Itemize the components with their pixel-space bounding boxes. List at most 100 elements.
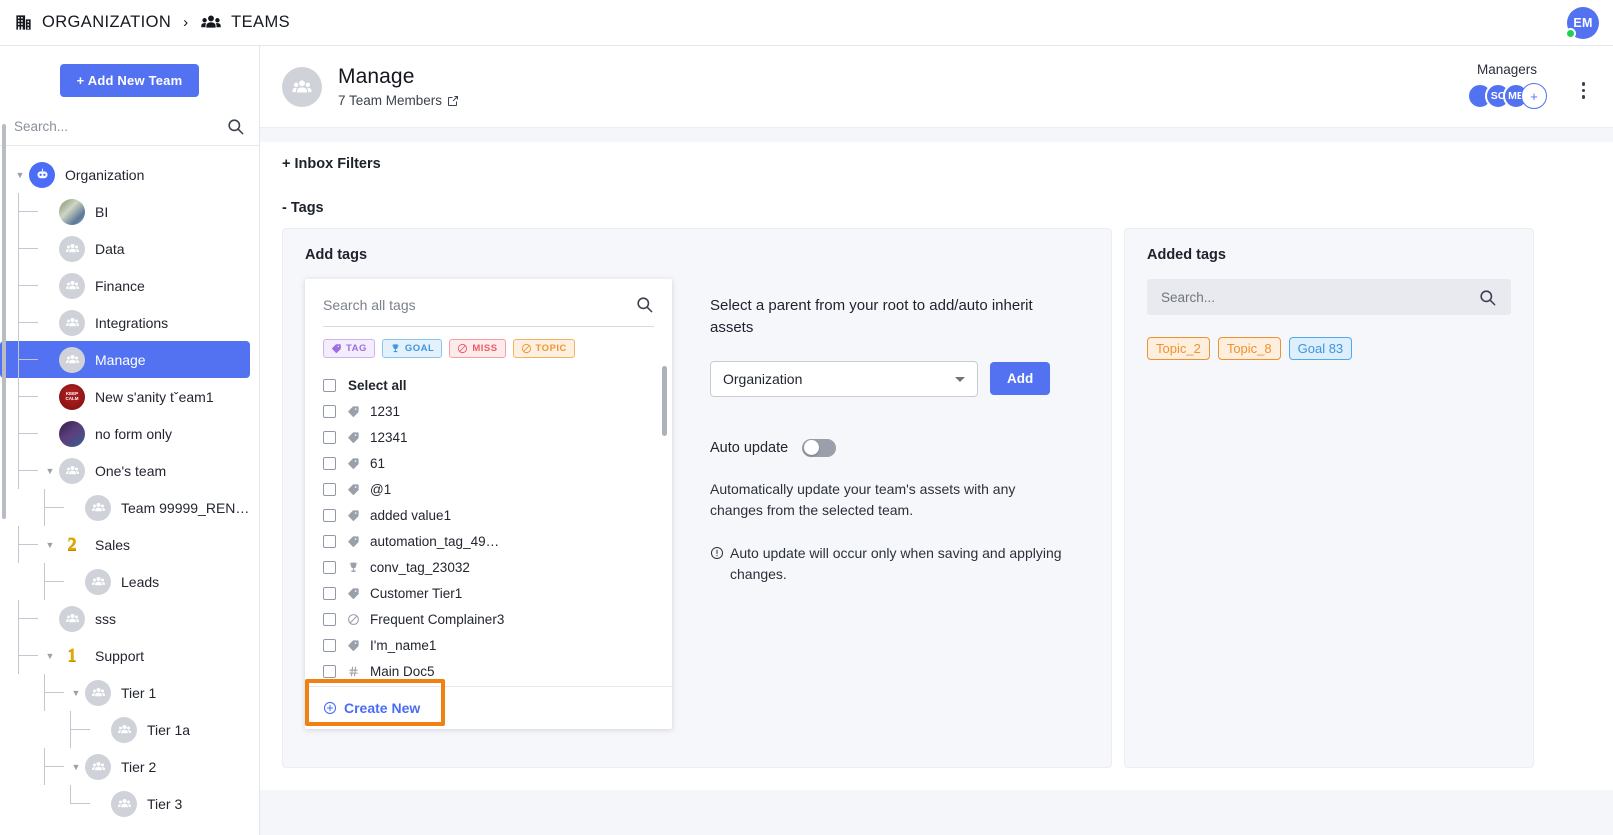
sidebar-item-data[interactable]: ▼Data xyxy=(0,230,250,267)
tag-search-input[interactable] xyxy=(323,296,635,313)
tree-connector xyxy=(70,785,71,804)
team-avatar xyxy=(85,568,111,595)
team-members-link[interactable]: 7 Team Members xyxy=(338,93,459,108)
external-link-icon[interactable] xyxy=(447,95,459,107)
tree-connector xyxy=(18,544,38,545)
sidebar-item-sales[interactable]: ▼ 2 Sales xyxy=(0,526,250,563)
breadcrumb-organization[interactable]: ORGANIZATION xyxy=(42,13,171,32)
tag-checkbox[interactable] xyxy=(323,586,336,600)
search-icon[interactable] xyxy=(1478,288,1497,307)
tag-list-item[interactable]: @1 xyxy=(305,476,672,502)
added-tag-chip[interactable]: Topic_8 xyxy=(1217,337,1281,360)
tag-search[interactable] xyxy=(323,279,654,327)
sidebar-item-support[interactable]: ▼ 1 Support xyxy=(0,637,250,674)
info-circle-icon xyxy=(710,543,724,585)
select-all-row[interactable]: Select all xyxy=(305,372,672,398)
auto-update-description: Automatically update your team's assets … xyxy=(710,480,1016,518)
sidebar-item-organization[interactable]: ▼ Organization xyxy=(0,156,250,193)
sidebar-scrollbar[interactable] xyxy=(2,124,6,519)
sidebar-item-bi[interactable]: ▼BI xyxy=(0,193,250,230)
tag-type-filter-tag[interactable]: TAG xyxy=(323,339,375,358)
sidebar-item-manage[interactable]: ▼Manage xyxy=(0,341,250,378)
tag-list: Select all 1231 12341 61 @1 added value1 auto… xyxy=(305,366,672,686)
tag-checkbox[interactable] xyxy=(323,664,336,678)
added-tags-search[interactable] xyxy=(1147,279,1511,315)
trophy-icon xyxy=(345,561,361,574)
more-vertical-icon[interactable] xyxy=(1578,78,1590,103)
parent-select-dropdown[interactable]: Organization xyxy=(710,360,978,397)
search-icon[interactable] xyxy=(635,295,654,314)
tag-list-item[interactable]: Frequent Complainer3 xyxy=(305,606,672,632)
sidebar-item-tier-1a[interactable]: ▼Tier 1a xyxy=(0,711,250,748)
add-manager-button[interactable]: + xyxy=(1521,83,1547,109)
sidebar-item-new-s-anity-t-eam1[interactable]: ▼KEEPCALMNew s'anity tˇeam1 xyxy=(0,378,250,415)
tag-checkbox[interactable] xyxy=(323,430,336,444)
tag-list-item[interactable]: 61 xyxy=(305,450,672,476)
team-avatar: KEEP CALM xyxy=(59,383,85,410)
sidebar-item-sss[interactable]: ▼sss xyxy=(0,600,250,637)
sidebar-item-tier-1[interactable]: ▼ Tier 1 xyxy=(0,674,250,711)
section-tags[interactable]: - Tags xyxy=(260,186,1613,228)
caret-down-icon[interactable]: ▼ xyxy=(70,687,82,699)
tag-checkbox[interactable] xyxy=(323,482,336,496)
sidebar-item-team-99999-rena[interactable]: ▼Team 99999_RENA… xyxy=(0,489,250,526)
create-new-button[interactable]: Create New xyxy=(305,687,672,729)
tag-checkbox[interactable] xyxy=(323,508,336,522)
sidebar-item-tier-3[interactable]: ▼Tier 3 xyxy=(0,785,250,822)
tag-list-item[interactable]: 1231 xyxy=(305,398,672,424)
tag-list-scrollbar[interactable] xyxy=(662,366,667,436)
tag-checkbox[interactable] xyxy=(323,612,336,626)
sidebar-search[interactable] xyxy=(0,111,259,146)
search-icon[interactable] xyxy=(226,117,245,136)
tag-label: 61 xyxy=(370,455,386,471)
added-tag-chip[interactable]: Topic_2 xyxy=(1147,337,1210,360)
tag-checkbox[interactable] xyxy=(323,560,336,574)
parent-select-row: Organization Add xyxy=(710,360,1072,397)
caret-down-icon[interactable]: ▼ xyxy=(44,650,56,662)
sidebar-item-one-s-team[interactable]: ▼ One's team xyxy=(0,452,250,489)
user-avatar[interactable]: EM xyxy=(1565,7,1599,39)
tree-connector xyxy=(18,470,38,471)
auto-update-toggle[interactable] xyxy=(802,438,837,457)
tag-list-item[interactable]: added value1 xyxy=(305,502,672,528)
tree-connector xyxy=(18,341,19,378)
sidebar-item-integrations[interactable]: ▼Integrations xyxy=(0,304,250,341)
caret-down-icon[interactable]: ▼ xyxy=(70,761,82,773)
tag-checkbox[interactable] xyxy=(323,534,336,548)
section-inbox-filters[interactable]: + Inbox Filters xyxy=(260,142,1613,186)
select-all-checkbox[interactable] xyxy=(323,378,336,392)
ban-icon xyxy=(457,343,468,354)
sidebar-search-input[interactable] xyxy=(14,119,226,134)
tag-checkbox[interactable] xyxy=(323,456,336,470)
sidebar-item-tier-2[interactable]: ▼ Tier 2 xyxy=(0,748,250,785)
caret-down-icon[interactable]: ▼ xyxy=(44,539,56,551)
breadcrumb-teams[interactable]: TEAMS xyxy=(231,13,290,32)
tag-list-item[interactable]: I'm_name1 xyxy=(305,632,672,658)
added-tags-panel: Added tags Topic_2 Topic_8 Goal 83 xyxy=(1124,228,1534,768)
tag-type-filter-topic[interactable]: TOPIC xyxy=(512,339,575,358)
tag-checkbox[interactable] xyxy=(323,404,336,418)
add-button[interactable]: Add xyxy=(990,362,1051,395)
tag-icon xyxy=(345,509,361,522)
tag-type-filter-goal[interactable]: GOAL xyxy=(381,339,443,358)
caret-down-icon[interactable]: ▼ xyxy=(44,465,56,477)
tag-list-item[interactable]: Customer Tier1 xyxy=(305,580,672,606)
tag-list-item[interactable]: automation_tag_49… xyxy=(305,528,672,554)
sidebar-item-label: Team 99999_RENA… xyxy=(121,499,250,516)
tag-list-item[interactable]: conv_tag_23032 xyxy=(305,554,672,580)
tag-type-filters: TAG GOAL MISS TOPIC xyxy=(305,327,672,366)
caret-down-icon[interactable]: ▼ xyxy=(14,169,26,181)
sidebar-item-leads[interactable]: ▼Leads xyxy=(0,563,250,600)
sidebar-item-no-form-only[interactable]: ▼no form only xyxy=(0,415,250,452)
tag-list-item[interactable]: Main Doc5 xyxy=(305,658,672,684)
team-avatar xyxy=(111,716,137,743)
added-tag-chip[interactable]: Goal 83 xyxy=(1288,337,1353,360)
sidebar-item-label: Tier 3 xyxy=(147,795,183,812)
sidebar-item-finance[interactable]: ▼Finance xyxy=(0,267,250,304)
tag-checkbox[interactable] xyxy=(323,638,336,652)
team-rank-badge: 2 xyxy=(67,533,77,555)
add-new-team-button[interactable]: + Add New Team xyxy=(59,64,200,97)
tag-type-filter-miss[interactable]: MISS xyxy=(449,339,506,358)
added-tags-search-input[interactable] xyxy=(1161,289,1478,305)
tag-list-item[interactable]: 12341 xyxy=(305,424,672,450)
